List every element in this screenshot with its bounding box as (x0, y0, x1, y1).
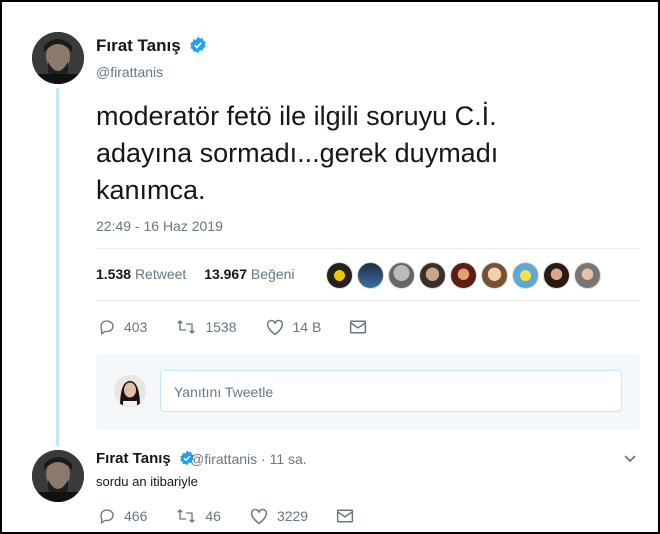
reply-time[interactable]: 11 sa. (270, 451, 307, 467)
tweet-text: moderatör fetö ile ilgili soruyu C.İ. ad… (96, 98, 616, 209)
liker-avatar[interactable] (574, 262, 601, 289)
likers-avatars[interactable] (326, 262, 605, 289)
retweet-icon (177, 509, 196, 523)
reply-button[interactable]: 466 (98, 507, 147, 525)
thread-connector-line (56, 88, 59, 446)
reply-icon (100, 320, 114, 336)
reply-author-name[interactable]: Fırat Tanış (96, 450, 171, 467)
like-label[interactable]: Beğeni (251, 266, 295, 282)
reply-meta: @firattanis · 11 sa. (190, 451, 307, 467)
like-action-count: 3229 (276, 508, 309, 524)
tweet-timestamp[interactable]: 22:49 - 16 Haz 2019 (96, 218, 223, 234)
dm-icon (336, 509, 354, 523)
tweet-text-line: moderatör fetö ile ilgili soruyu C.İ. (96, 101, 497, 131)
reply-author-handle[interactable]: @firattanis (190, 451, 257, 467)
retweet-icon (177, 320, 196, 334)
liker-avatar[interactable] (512, 262, 539, 289)
reply-count: 466 (124, 508, 148, 524)
liker-avatar[interactable] (357, 262, 384, 289)
author-name-row[interactable]: Fırat Tanış (96, 36, 207, 59)
tweet-actions: 403 1538 14 B (98, 318, 403, 336)
like-button[interactable]: 14 B (265, 318, 322, 336)
retweet-count[interactable]: 1.538 (96, 266, 131, 282)
like-button[interactable]: 3229 (249, 507, 308, 525)
reply-author-name-row[interactable]: Fırat Tanış (96, 450, 195, 470)
retweet-action-count: 1538 (205, 319, 237, 335)
direct-message-button[interactable] (336, 508, 362, 524)
reply-tweet-text: sordu an itibariyle (96, 474, 198, 489)
tweet-text-line: adayına sormadı...gerek duymadı (96, 138, 499, 168)
current-user-avatar[interactable] (114, 375, 146, 407)
retweet-label[interactable]: Retweet (135, 266, 186, 282)
author-name[interactable]: Fırat Tanış (96, 36, 181, 55)
like-icon (250, 508, 268, 525)
retweet-button[interactable]: 46 (175, 507, 221, 525)
liker-avatar[interactable] (419, 262, 446, 289)
divider (96, 248, 640, 249)
chevron-down-icon[interactable] (622, 452, 638, 470)
reply-count: 403 (124, 319, 148, 335)
like-count[interactable]: 13.967 (204, 266, 247, 282)
liker-avatar[interactable] (326, 262, 353, 289)
meta-separator: · (261, 451, 266, 467)
liker-avatar[interactable] (481, 262, 508, 289)
author-avatar[interactable] (32, 32, 84, 84)
like-icon (266, 319, 283, 336)
reply-author-avatar[interactable] (32, 450, 84, 502)
liker-avatar[interactable] (388, 262, 415, 289)
tweet-text-line: kanımca. (96, 175, 206, 205)
liker-avatar[interactable] (450, 262, 477, 289)
dm-icon (350, 320, 367, 334)
reply-icon (100, 509, 114, 525)
tweet-stats: 1.538 Retweet 13.967 Beğeni (96, 266, 309, 282)
retweet-button[interactable]: 1538 (175, 318, 237, 336)
reply-button[interactable]: 403 (98, 318, 147, 336)
retweet-action-count: 46 (205, 508, 221, 524)
reply-tweet-actions: 466 46 3229 (98, 507, 390, 525)
like-action-count: 14 B (292, 319, 322, 335)
author-handle[interactable]: @firattanis (96, 64, 163, 80)
divider (96, 300, 640, 301)
direct-message-button[interactable] (349, 319, 375, 335)
liker-avatar[interactable] (543, 262, 570, 289)
reply-placeholder[interactable]: Yanıtını Tweetle (174, 384, 273, 400)
verified-badge-icon (189, 36, 207, 59)
